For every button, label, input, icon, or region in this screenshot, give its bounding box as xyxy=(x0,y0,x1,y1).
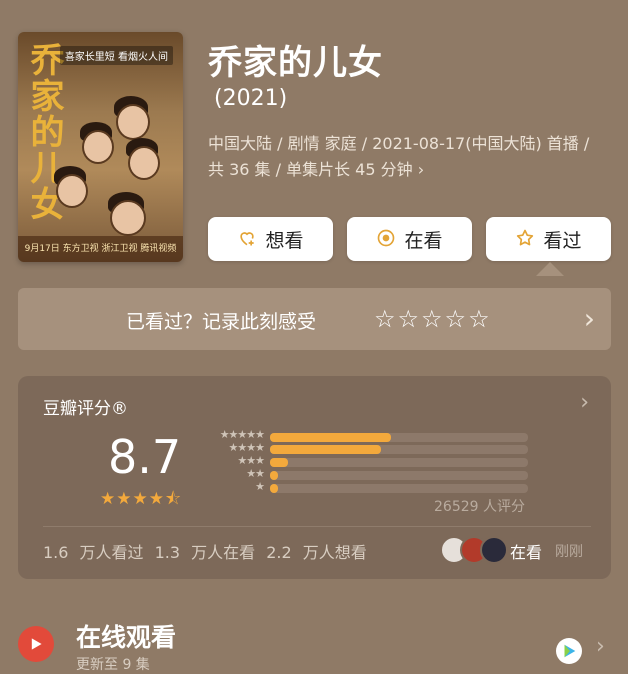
poster-cast-illustration xyxy=(54,96,178,236)
rating-bar-fill-1 xyxy=(270,484,278,493)
poster-footer: 9月17日 东方卫视 浙江卫视 腾讯视频 xyxy=(18,236,183,262)
rating-score: 8.7 xyxy=(108,430,182,484)
rating-count: 26529 人评分 xyxy=(434,499,525,515)
poster-tagline: 喜家长里短 看烟火人间 xyxy=(59,46,173,65)
rating-distribution-labels: ★★★★★ ★★★★ ★★★ ★★ ★ xyxy=(204,428,265,493)
rating-bar-fill-2 xyxy=(270,471,278,480)
page-title: 乔家的儿女 xyxy=(208,43,383,83)
movie-meta-info[interactable]: 中国大陆 / 剧情 家庭 / 2021-08-17(中国大陆) 首播 / 共 3… xyxy=(208,131,608,183)
friend-time: 刚刚 xyxy=(555,544,583,560)
record-feeling-panel[interactable]: 已看过？记录此刻感受 ☆☆☆☆☆ › xyxy=(18,288,611,350)
want-to-watch-label: 想看 xyxy=(265,229,304,252)
movie-poster[interactable]: 乔家的儿女 喜家长里短 看烟火人间 9月17日 东方卫视 浙江卫视 腾讯视频 xyxy=(18,32,183,262)
popover-caret xyxy=(536,262,564,276)
watching-button[interactable]: 在看 xyxy=(347,217,472,261)
dist-label-5: ★★★★★ xyxy=(219,428,265,441)
star-icon xyxy=(515,228,535,251)
dist-label-3: ★★★ xyxy=(237,454,265,467)
friend-status: 在看 xyxy=(510,543,543,562)
friend-avatars[interactable] xyxy=(440,536,510,564)
audience-stats: 1.6 万人看过 1.3 万人在看 2.2 万人想看 xyxy=(43,543,367,562)
rating-bar-fill-4 xyxy=(270,445,381,454)
watched-label: 看过 xyxy=(543,229,582,252)
douban-rating-card[interactable]: 豆瓣评分® › 8.7 ★★★★⯪ ★★★★★ ★★★★ ★★★ ★★ ★ 26… xyxy=(18,376,611,579)
dist-label-4: ★★★★ xyxy=(228,441,265,454)
dist-label-2: ★★ xyxy=(246,467,265,480)
chevron-right-icon[interactable]: › xyxy=(580,390,589,415)
target-icon xyxy=(376,228,396,251)
dist-label-1: ★ xyxy=(255,480,265,493)
divider xyxy=(43,526,591,527)
online-watch-title: 在线观看 xyxy=(76,623,177,652)
rating-bar-1 xyxy=(270,484,528,493)
release-year: (2021) xyxy=(214,86,288,111)
record-feeling-text: 已看过？记录此刻感受 xyxy=(126,311,317,333)
online-watch-section[interactable]: 在线观看 更新至 9 集 › xyxy=(18,610,618,673)
online-watch-subtitle: 更新至 9 集 xyxy=(76,657,150,673)
heart-plus-icon xyxy=(237,228,257,251)
avatar xyxy=(480,536,508,564)
play-icon xyxy=(18,626,54,662)
chevron-right-icon[interactable]: › xyxy=(596,634,605,659)
rating-score-stars: ★★★★⯪ xyxy=(100,489,183,509)
rating-bar-fill-3 xyxy=(270,458,289,467)
rating-stars-input[interactable]: ☆☆☆☆☆ xyxy=(374,305,492,333)
rating-title: 豆瓣评分® xyxy=(43,399,128,419)
video-platform-icon[interactable] xyxy=(556,638,582,664)
rating-bar-3 xyxy=(270,458,528,467)
watched-button[interactable]: 看过 xyxy=(486,217,611,261)
rating-bar-2 xyxy=(270,471,528,480)
want-to-watch-button[interactable]: 想看 xyxy=(208,217,333,261)
rating-bar-5 xyxy=(270,433,528,442)
watching-label: 在看 xyxy=(404,229,443,252)
rating-bar-fill-5 xyxy=(270,433,392,442)
chevron-right-icon[interactable]: › xyxy=(584,302,595,335)
rating-bar-4 xyxy=(270,445,528,454)
